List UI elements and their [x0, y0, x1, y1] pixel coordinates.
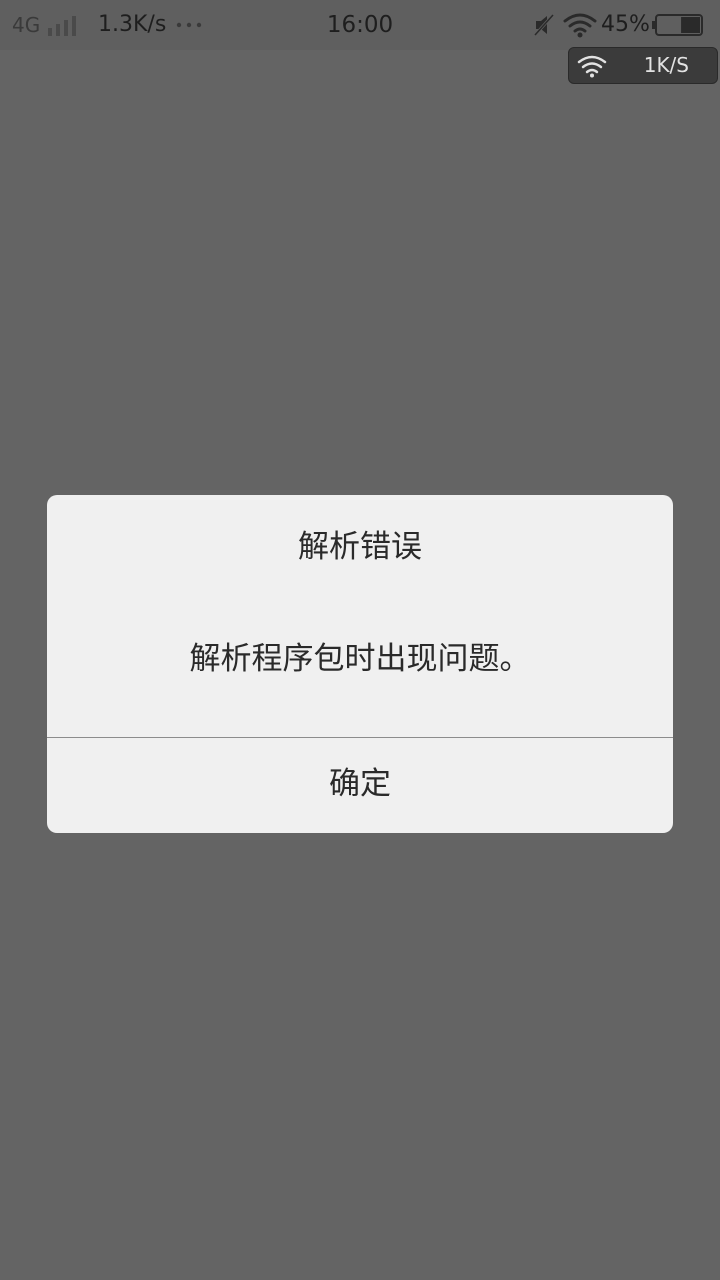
overlay-speed: 1K/S [643, 53, 689, 77]
dialog-title: 解析错误 [298, 529, 422, 565]
status-bar: 4G 1.3K/s 16:00 45% [0, 0, 720, 50]
battery-icon [652, 14, 703, 36]
confirm-button[interactable]: 确定 [47, 738, 673, 833]
wifi-icon [577, 55, 607, 78]
dialog-message: 解析程序包时出现问题。 [189, 641, 531, 677]
mute-icon [533, 13, 555, 37]
battery-percent: 45% [601, 12, 650, 37]
network-speed-overlay[interactable]: 1K/S [568, 47, 718, 84]
error-dialog: 解析错误 解析程序包时出现问题。 确定 [47, 495, 673, 833]
wifi-icon [563, 13, 597, 38]
